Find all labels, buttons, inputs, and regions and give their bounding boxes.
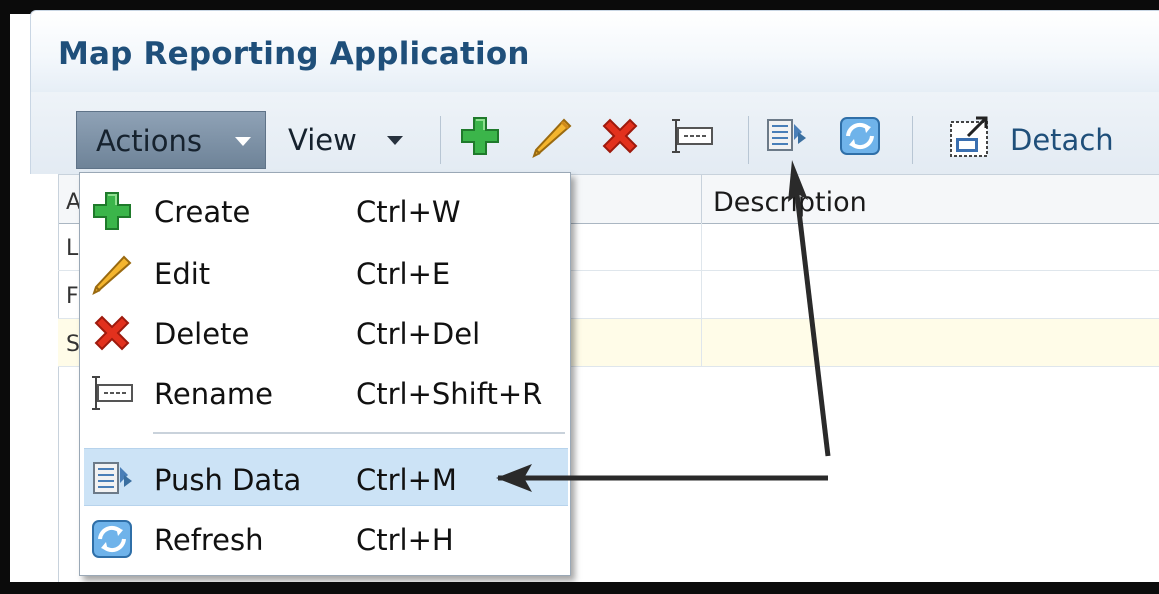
menu-item-label: Delete — [154, 317, 250, 351]
rename-icon — [92, 376, 133, 410]
refresh-icon — [840, 117, 880, 155]
create-button[interactable] — [458, 114, 502, 158]
menu-item-edit[interactable]: Edit Ctrl+E — [80, 243, 570, 301]
menu-item-refresh[interactable]: Refresh Ctrl+H — [80, 509, 570, 567]
menu-item-label: Edit — [154, 257, 211, 291]
push-data-icon — [93, 462, 132, 494]
rename-icon — [672, 119, 713, 153]
menu-item-delete[interactable]: Delete Ctrl+Del — [80, 303, 570, 361]
push-data-button[interactable] — [764, 114, 808, 158]
toolbar-separator — [912, 116, 913, 164]
pencil-icon — [92, 255, 132, 295]
menu-item-shortcut: Ctrl+Del — [356, 317, 481, 351]
app-title: Map Reporting Application — [58, 36, 530, 72]
row-name-cell: L — [66, 236, 79, 261]
menu-item-create[interactable]: Create Ctrl+W — [80, 181, 570, 239]
menu-item-push-data[interactable]: Push Data Ctrl+M — [84, 448, 568, 506]
menu-item-shortcut: Ctrl+E — [356, 257, 451, 291]
rename-button[interactable] — [670, 114, 714, 158]
column-divider — [701, 319, 702, 366]
chevron-down-icon — [235, 137, 251, 146]
push-data-icon — [767, 119, 806, 151]
view-menu-button[interactable]: View — [288, 111, 418, 169]
chevron-down-icon — [387, 136, 403, 145]
refresh-button[interactable] — [838, 114, 882, 158]
window-frame-left — [0, 0, 10, 594]
detach-label: Detach — [1010, 123, 1114, 157]
detach-icon — [950, 116, 988, 157]
menu-item-label: Refresh — [154, 523, 264, 557]
column-header-description[interactable]: Description — [713, 187, 867, 218]
delete-button[interactable] — [598, 114, 642, 158]
column-divider — [701, 223, 702, 270]
column-divider — [701, 175, 702, 223]
actions-dropdown-menu: Create Ctrl+W Edit Ctrl+E Delete Ctrl+De… — [79, 172, 571, 576]
menu-item-label: Rename — [154, 377, 273, 411]
row-name-cell: S — [66, 332, 80, 357]
toolbar-separator — [440, 116, 441, 164]
view-menu-label: View — [288, 123, 357, 157]
menu-item-label: Push Data — [154, 463, 302, 497]
window-frame-bottom — [0, 582, 1159, 594]
plus-icon — [461, 117, 499, 155]
column-divider — [701, 271, 702, 318]
toolbar-separator — [748, 116, 749, 164]
refresh-icon — [92, 520, 132, 558]
edit-button[interactable] — [530, 114, 574, 158]
actions-menu-label: Actions — [96, 124, 202, 158]
menu-item-label: Create — [154, 195, 251, 229]
menu-item-rename[interactable]: Rename Ctrl+Shift+R — [80, 363, 570, 421]
menu-item-shortcut: Ctrl+H — [356, 523, 454, 557]
menu-item-shortcut: Ctrl+W — [356, 195, 461, 229]
menu-item-shortcut: Ctrl+M — [356, 463, 457, 497]
delete-x-icon — [602, 118, 638, 154]
plus-icon — [93, 192, 131, 230]
pencil-icon — [532, 118, 572, 158]
row-name-cell: F — [66, 284, 79, 309]
menu-separator — [153, 432, 565, 434]
actions-menu-button[interactable]: Actions — [76, 111, 266, 169]
menu-item-shortcut: Ctrl+Shift+R — [356, 377, 543, 411]
delete-x-icon — [94, 315, 130, 351]
